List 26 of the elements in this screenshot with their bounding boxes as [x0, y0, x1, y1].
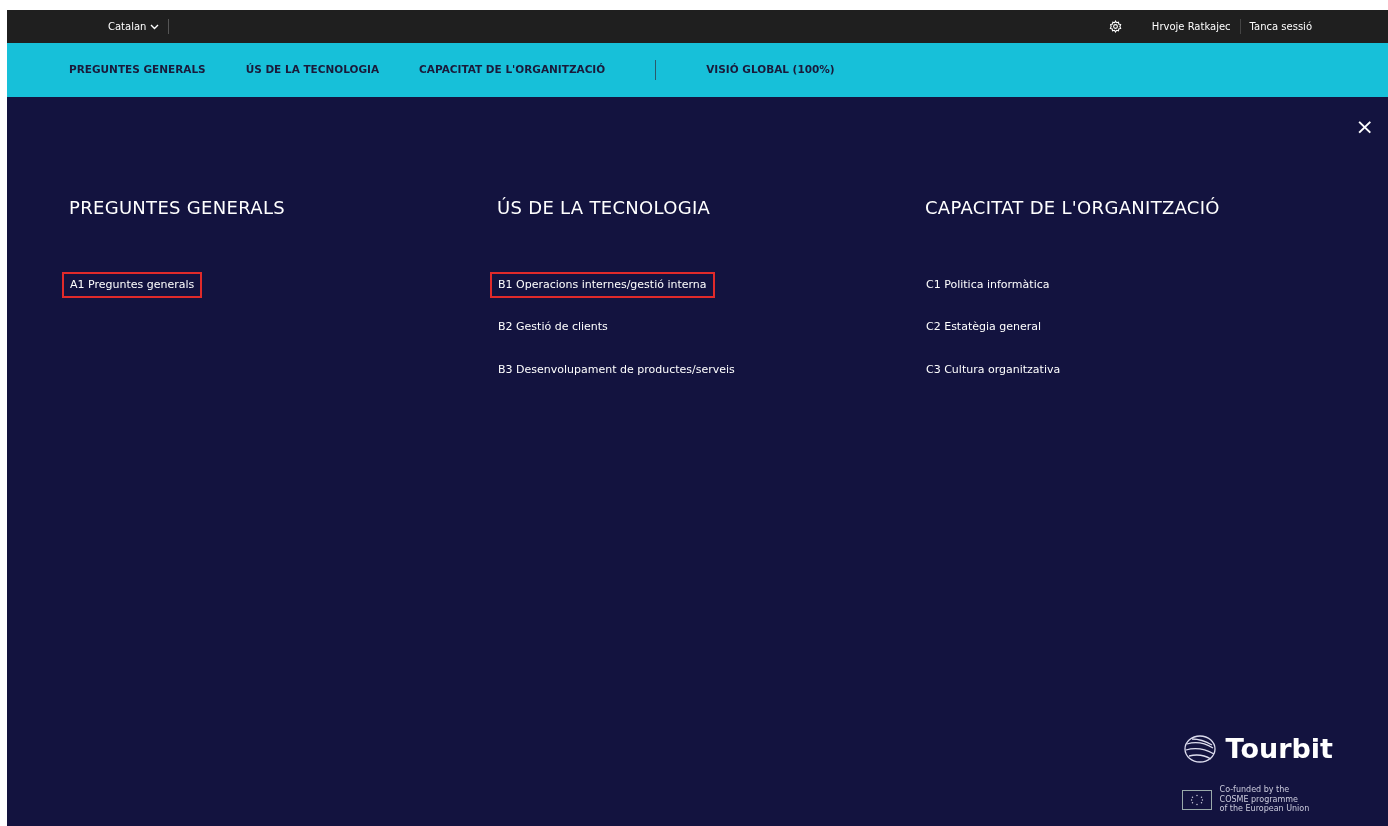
section-heading: ÚS DE LA TECNOLOGIA: [497, 197, 712, 219]
funding-text: COSME programme: [1219, 794, 1299, 805]
menu-item[interactable]: A1 Preguntes generals: [62, 271, 203, 299]
nav-link[interactable]: PREGUNTES GENERALS: [61, 62, 214, 78]
menu-item[interactable]: C3 Cultura organitzativa: [918, 356, 1069, 384]
brand-name: Tourbit: [1225, 731, 1333, 766]
section-heading: CAPACITAT DE L'ORGANITZACIÓ: [925, 197, 1221, 219]
funding-text: of the European Union: [1219, 804, 1310, 814]
menu-item[interactable]: B1 Operacions internes/gestió interna: [490, 271, 715, 299]
nav-link[interactable]: ÚS DE LA TECNOLOGIA: [237, 62, 388, 78]
flag-icon: [1181, 789, 1212, 810]
user-name[interactable]: Hrvoje Ratkajec: [1151, 19, 1241, 34]
nav-link[interactable]: CAPACITAT DE L'ORGANITZACIÓ: [411, 62, 614, 78]
chevron-icon: [150, 23, 160, 30]
logout-link[interactable]: Tanca sessió: [1240, 19, 1312, 34]
globe-logo-icon: [1181, 733, 1218, 764]
menu-item[interactable]: B3 Desenvolupament de productes/serveis: [490, 356, 743, 384]
language-dropdown[interactable]: Catalan: [108, 19, 170, 34]
close-button[interactable]: ×: [1349, 115, 1380, 139]
funding-text: Co-funded by the: [1219, 785, 1291, 795]
menu-item[interactable]: C1 Politica informàtica: [918, 271, 1058, 299]
menu-item[interactable]: C2 Estatègia general: [918, 314, 1050, 341]
settings-icon[interactable]: [1108, 20, 1122, 33]
summary-link[interactable]: VISIÓ GLOBAL (100%): [698, 62, 843, 78]
menu-item[interactable]: B2 Gestió de clients: [490, 314, 616, 341]
section-heading: PREGUNTES GENERALS: [69, 197, 286, 219]
